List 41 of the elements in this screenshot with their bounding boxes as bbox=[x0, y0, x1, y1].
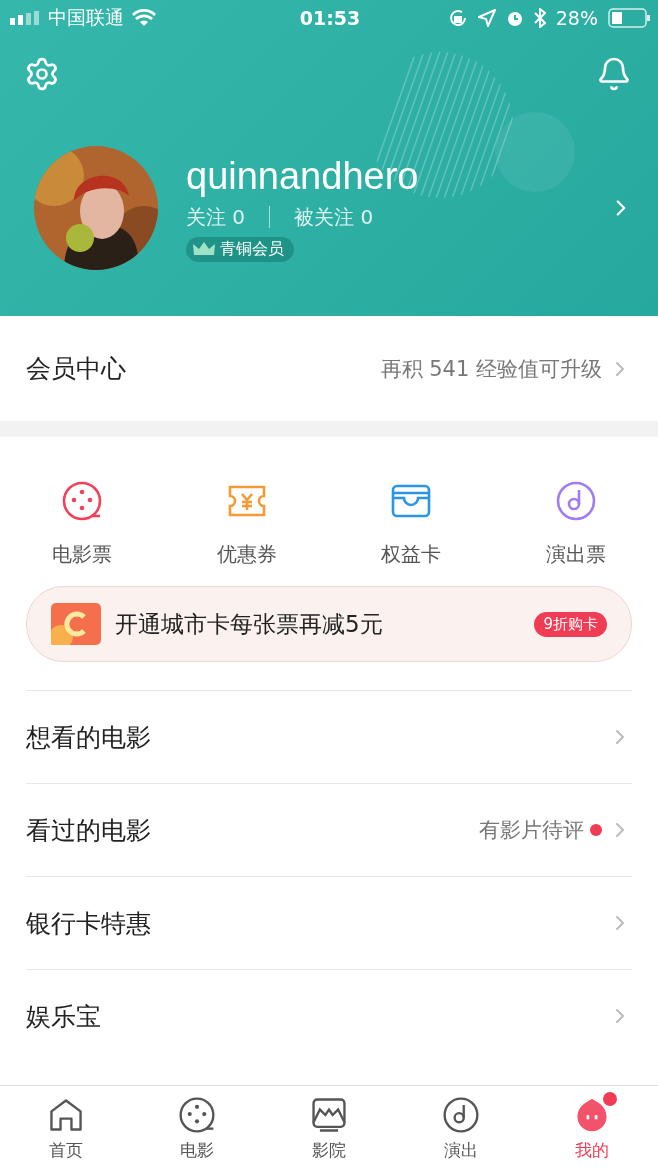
menu-row[interactable]: 娱乐宝 bbox=[26, 969, 632, 1062]
bluetooth-icon bbox=[533, 8, 546, 28]
row-title: 会员中心 bbox=[26, 353, 126, 385]
member-center-row[interactable]: 会员中心 再积 541 经验值可升级 bbox=[0, 316, 658, 437]
badge-label: 青铜会员 bbox=[220, 238, 284, 260]
shortcut-button[interactable]: 权益卡 bbox=[329, 479, 494, 568]
clock-time: 01:53 bbox=[299, 7, 361, 29]
tab-item[interactable]: 影院 bbox=[263, 1086, 395, 1170]
rotation-lock-icon bbox=[447, 8, 468, 28]
row-title: 想看的电影 bbox=[26, 721, 151, 754]
tab-item[interactable]: 电影 bbox=[131, 1086, 264, 1170]
shortcut-button[interactable]: 演出票 bbox=[493, 479, 658, 568]
row-title: 看过的电影 bbox=[26, 814, 151, 847]
battery-percent: 28% bbox=[555, 7, 598, 29]
menu-row[interactable]: 看过的电影 有影片待评 bbox=[26, 783, 632, 876]
menu-row[interactable]: 想看的电影 bbox=[26, 690, 632, 783]
tab-item[interactable]: 首页 bbox=[0, 1086, 132, 1170]
bell-icon[interactable] bbox=[596, 56, 632, 92]
crown-icon bbox=[192, 241, 216, 257]
shortcut-button[interactable]: 优惠券 bbox=[164, 479, 329, 568]
settings-icon[interactable] bbox=[24, 56, 60, 92]
row-title: 银行卡特惠 bbox=[26, 907, 151, 940]
promo-text: 开通城市卡每张票再减5元 bbox=[115, 609, 384, 639]
menu-row[interactable]: 银行卡特惠 bbox=[26, 876, 632, 969]
signal-icon bbox=[10, 11, 40, 25]
username: quinnandhero bbox=[186, 154, 420, 198]
row-hint: 有影片待评 bbox=[479, 817, 584, 844]
tab-item[interactable]: 演出 bbox=[394, 1086, 527, 1170]
alarm-icon bbox=[505, 9, 524, 27]
music-disc-icon bbox=[440, 1094, 481, 1135]
promo-banner[interactable]: 开通城市卡每张票再减5元 9折购卡 bbox=[26, 586, 632, 662]
location-arrow-icon bbox=[477, 9, 496, 27]
city-card-icon bbox=[51, 603, 101, 645]
tab-item[interactable]: 我的 bbox=[526, 1086, 658, 1170]
promo-tag[interactable]: 9折购卡 bbox=[534, 611, 607, 637]
row-title: 娱乐宝 bbox=[26, 1000, 101, 1033]
shortcut-button[interactable]: 电影票 bbox=[0, 479, 165, 568]
wifi-icon bbox=[132, 9, 156, 27]
battery-icon bbox=[608, 8, 650, 28]
row-hint: 再积 541 经验值可升级 bbox=[380, 355, 602, 383]
carrier-name: 中国联通 bbox=[48, 5, 124, 30]
